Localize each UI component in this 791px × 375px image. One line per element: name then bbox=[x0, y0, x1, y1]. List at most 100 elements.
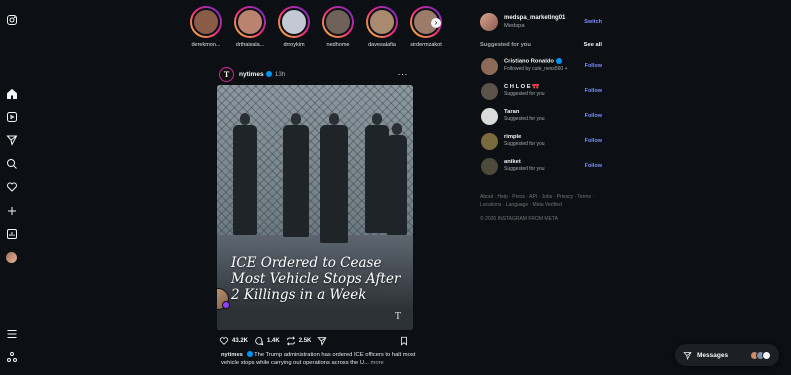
story-username: derekmon... bbox=[191, 42, 221, 48]
story-item[interactable]: davesalafia bbox=[362, 6, 402, 48]
suggestions-header: Suggested for you See all bbox=[480, 42, 602, 48]
suggestion-avatar[interactable] bbox=[481, 157, 498, 175]
verified-badge-icon bbox=[246, 351, 253, 358]
like-count: 43.2K bbox=[232, 338, 249, 344]
suggestion-name[interactable]: Cristiano Ronaldo bbox=[504, 58, 568, 66]
more-options-icon[interactable]: ··· bbox=[398, 69, 409, 79]
caption-more-link[interactable]: more bbox=[371, 360, 384, 366]
figure bbox=[283, 113, 309, 237]
suggestion-avatar[interactable] bbox=[481, 107, 498, 125]
suggestion-subtitle: Suggested for you bbox=[504, 166, 545, 172]
follow-button[interactable]: Follow bbox=[585, 138, 602, 144]
story-avatar bbox=[280, 8, 308, 36]
repost-button[interactable]: 2.5K bbox=[286, 336, 312, 346]
account-name: Medspa bbox=[504, 23, 525, 29]
send-icon bbox=[317, 337, 327, 346]
repost-count: 2.5K bbox=[298, 338, 312, 344]
suggestion-subtitle: Suggested for you bbox=[504, 141, 545, 147]
figure bbox=[387, 123, 407, 235]
footer-links[interactable]: About · Help · Press · API · Jobs · Priv… bbox=[480, 193, 605, 209]
save-button[interactable] bbox=[399, 336, 409, 346]
follow-button[interactable]: Follow bbox=[585, 88, 602, 94]
story-username: nedhome bbox=[326, 42, 350, 48]
story-avatar bbox=[368, 8, 396, 36]
story-avatar bbox=[192, 8, 220, 36]
suggestion-name[interactable]: C H L O E 🎀 bbox=[504, 84, 545, 92]
reels-icon[interactable] bbox=[5, 110, 18, 123]
story-avatar bbox=[236, 8, 264, 36]
instagram-icon[interactable] bbox=[5, 13, 18, 26]
story-username: drthaisala... bbox=[235, 42, 265, 48]
heart-icon bbox=[219, 337, 229, 345]
story-item[interactable]: nedhome bbox=[318, 6, 358, 48]
menu-icon[interactable] bbox=[5, 327, 18, 340]
bookmark-icon bbox=[401, 336, 407, 346]
caption-username[interactable]: nytimes bbox=[221, 352, 243, 358]
messages-button[interactable]: Messages bbox=[675, 344, 779, 366]
story-item[interactable]: drroykim bbox=[274, 6, 314, 48]
suggestion-avatar[interactable] bbox=[481, 57, 498, 75]
follow-button[interactable]: Follow bbox=[585, 163, 602, 169]
comment-icon bbox=[255, 337, 264, 346]
verified-badge-icon bbox=[265, 71, 272, 77]
post-header: T nytimes 13h ··· bbox=[219, 66, 413, 82]
figure bbox=[365, 113, 389, 233]
account-username[interactable]: medspa_marketing01 bbox=[504, 14, 565, 22]
post-image[interactable]: ICE Ordered to Cease Most Vehicle Stops … bbox=[217, 85, 413, 330]
post-actions: 43.2K 1.4K 2.5K bbox=[219, 335, 413, 347]
figure bbox=[320, 113, 348, 243]
post-time: 13h bbox=[274, 70, 286, 78]
follow-button[interactable]: Follow bbox=[585, 63, 602, 69]
copyright: © 2026 INSTAGRAM FROM META bbox=[480, 216, 558, 222]
search-icon[interactable] bbox=[5, 157, 18, 170]
suggestion-subtitle: Suggested for you bbox=[504, 91, 545, 97]
suggestion-subtitle: Suggested for you bbox=[504, 116, 545, 122]
post-author-avatar[interactable]: T bbox=[219, 66, 234, 82]
suggestion-name[interactable]: rimple bbox=[504, 134, 545, 142]
story-username: drroykim bbox=[283, 42, 305, 48]
verified-badge-icon bbox=[555, 58, 562, 65]
suggestion-name[interactable]: Taran bbox=[504, 109, 545, 117]
suggestion-item: C H L O E 🎀 Suggested for you Follow bbox=[481, 82, 602, 100]
story-username: davesalafia bbox=[368, 42, 396, 48]
see-all-link[interactable]: See all bbox=[584, 42, 602, 48]
like-button[interactable]: 43.2K bbox=[219, 336, 248, 346]
message-avatar bbox=[762, 350, 771, 360]
story-avatar bbox=[324, 8, 352, 36]
switch-account-button[interactable]: Switch bbox=[584, 19, 602, 25]
suggestion-avatar[interactable] bbox=[481, 82, 498, 100]
post-author-name[interactable]: nytimes bbox=[239, 71, 264, 78]
send-icon bbox=[683, 351, 692, 360]
home-icon[interactable] bbox=[5, 87, 18, 100]
threads-icon[interactable] bbox=[5, 350, 18, 363]
suggestion-avatar[interactable] bbox=[481, 132, 498, 150]
follow-button[interactable]: Follow bbox=[585, 113, 602, 119]
story-item[interactable]: sirdermzakot bbox=[406, 6, 446, 48]
create-icon[interactable] bbox=[5, 204, 18, 217]
messages-label: Messages bbox=[697, 351, 729, 359]
suggestion-item: rimple Suggested for you Follow bbox=[481, 132, 602, 150]
suggestion-item: Cristiano Ronaldo Followed by cute_ness5… bbox=[481, 57, 602, 75]
comment-button[interactable]: 1.4K bbox=[254, 336, 280, 346]
suggestion-subtitle: Followed by cute_ness560 + bbox=[504, 66, 568, 73]
account-avatar[interactable] bbox=[480, 13, 498, 31]
tag-badge-icon bbox=[222, 301, 230, 309]
stories-next-arrow-icon[interactable]: › bbox=[431, 18, 441, 28]
post-caption: nytimes The Trump administration has ord… bbox=[221, 351, 416, 367]
profile-avatar[interactable] bbox=[5, 251, 18, 264]
suggestion-item: aniket Suggested for you Follow bbox=[481, 157, 602, 175]
dashboard-icon[interactable] bbox=[5, 227, 18, 240]
stories-tray: derekmon... drthaisala... drroykim nedho… bbox=[186, 6, 448, 56]
story-username: sirdermzakot bbox=[410, 42, 442, 48]
send-icon[interactable] bbox=[5, 133, 18, 146]
comment-count: 1.4K bbox=[267, 338, 280, 344]
nyt-watermark: T bbox=[394, 311, 401, 322]
instagram-app: derekmon... drthaisala... drroykim nedho… bbox=[0, 0, 791, 375]
suggestion-name[interactable]: aniket bbox=[504, 159, 545, 167]
share-button[interactable] bbox=[317, 336, 327, 346]
story-item[interactable]: derekmon... bbox=[186, 6, 226, 48]
heart-icon[interactable] bbox=[5, 180, 18, 193]
story-item[interactable]: drthaisala... bbox=[230, 6, 270, 48]
figure bbox=[233, 113, 257, 235]
post-headline: ICE Ordered to Cease Most Vehicle Stops … bbox=[231, 255, 401, 303]
